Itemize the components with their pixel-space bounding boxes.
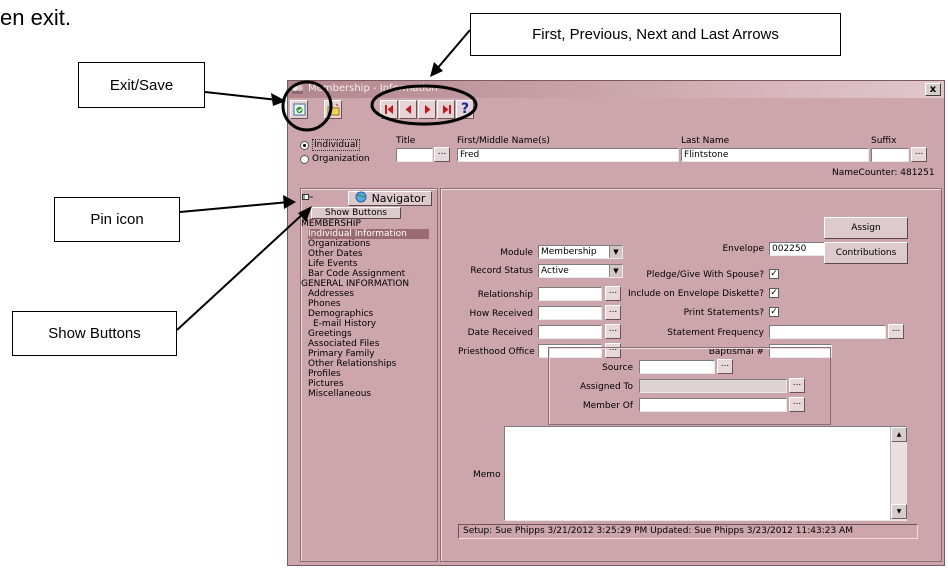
exit-save-arrow-line xyxy=(204,91,279,101)
show-buttons-arrow-line xyxy=(176,211,306,331)
pin-arrow-line xyxy=(179,201,290,213)
show-buttons-arrowhead xyxy=(298,206,312,222)
annotation-overlay xyxy=(176,29,478,331)
arrows-highlight-circle xyxy=(370,84,478,126)
arrows-arrow-line xyxy=(435,29,471,71)
exit-save-highlight-circle xyxy=(281,80,333,132)
pin-arrowhead xyxy=(283,195,296,209)
